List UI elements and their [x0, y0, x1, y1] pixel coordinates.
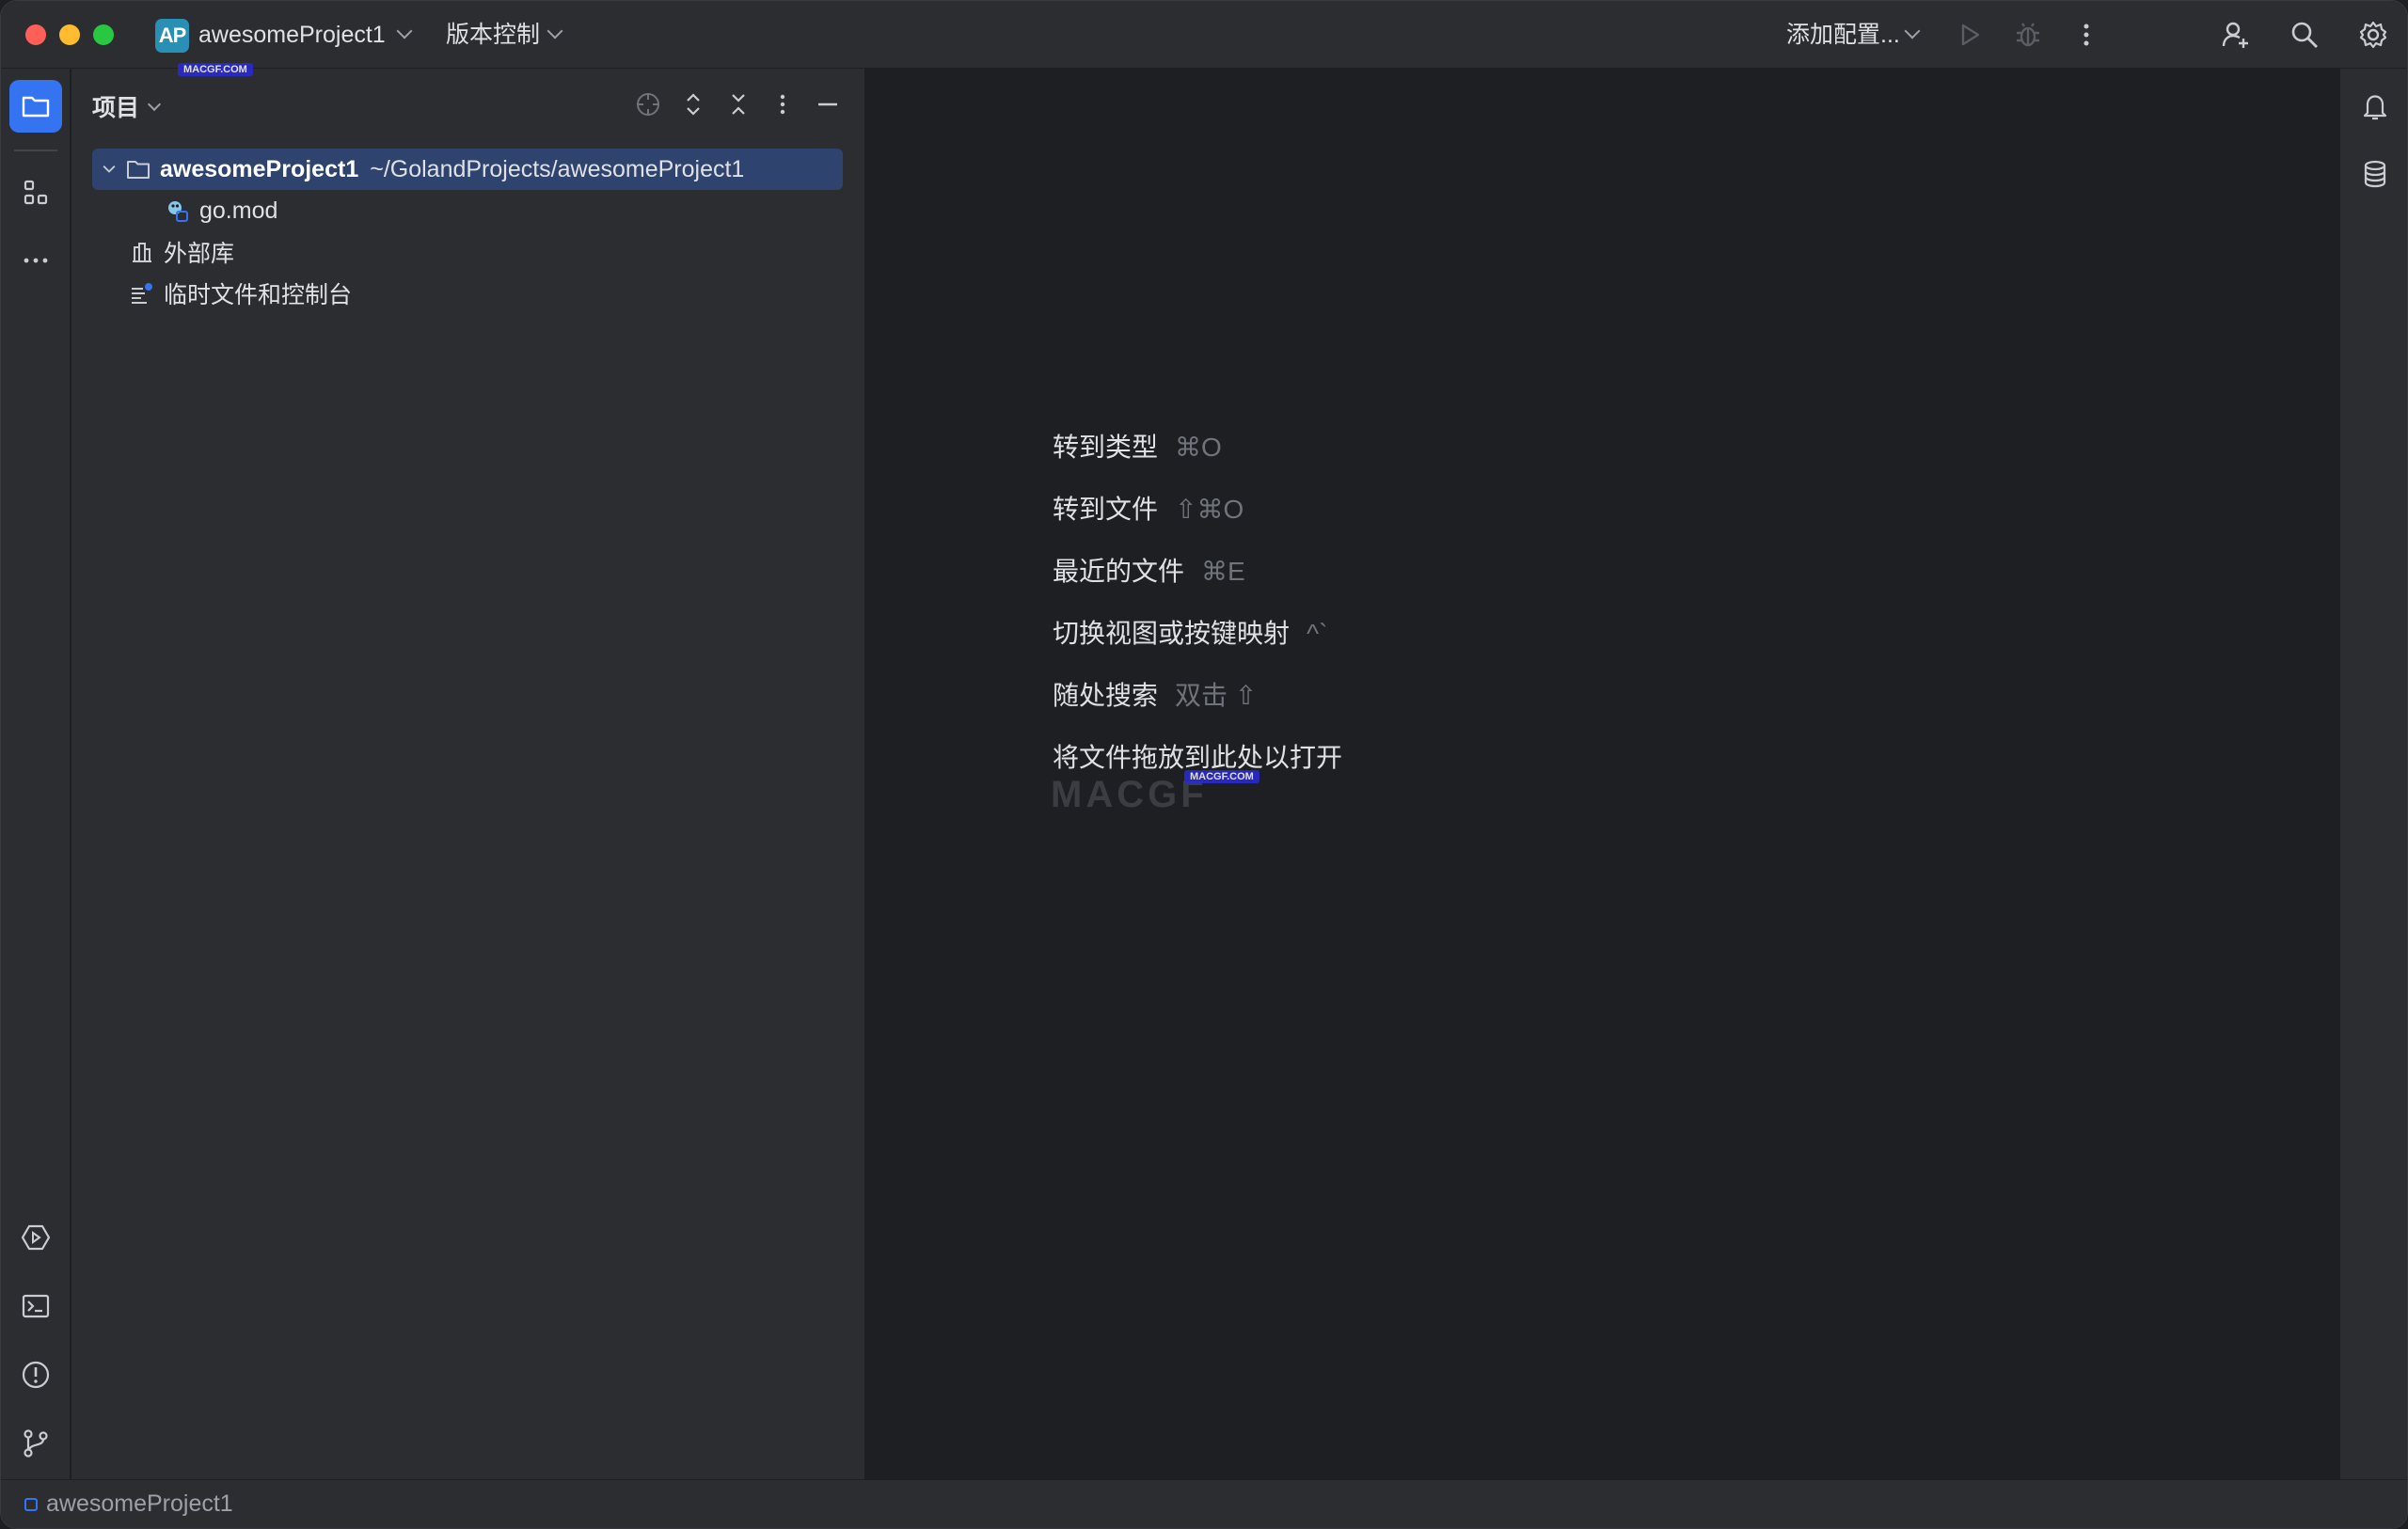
horizontal-dots-icon — [24, 258, 48, 263]
project-view-selector[interactable]: 项目 — [92, 89, 139, 123]
add-user-icon — [2222, 22, 2248, 48]
minimize-icon — [818, 102, 837, 106]
expand-all-button[interactable] — [676, 87, 710, 121]
watermark-badge: MACGF.COM — [178, 63, 253, 76]
tree-item-go-mod[interactable]: go.mod — [164, 190, 277, 231]
services-tool-button[interactable] — [9, 1211, 62, 1264]
terminal-tool-button[interactable] — [9, 1280, 62, 1332]
notifications-button[interactable] — [2349, 80, 2401, 133]
hint-label: 转到文件 — [1053, 495, 1159, 524]
select-opened-file-button[interactable] — [631, 87, 665, 121]
close-window-button[interactable] — [25, 24, 46, 45]
hint-recent-files: 最近的文件 ⌘E — [1053, 553, 1245, 591]
right-tool-window-bar — [2339, 69, 2407, 1479]
hint-label: 最近的文件 — [1053, 557, 1185, 586]
services-icon — [21, 1224, 51, 1251]
strip-divider — [14, 150, 57, 151]
crosshair-icon — [637, 93, 659, 116]
chevron-down-icon — [396, 23, 413, 39]
structure-icon — [24, 180, 48, 205]
library-icon — [128, 238, 156, 266]
git-branch-icon — [24, 1429, 48, 1458]
watermark-badge: MACGF.COM — [1184, 770, 1259, 783]
search-everywhere-button[interactable] — [2288, 18, 2321, 52]
more-actions-button[interactable] — [2069, 18, 2103, 52]
project-tool-button[interactable] — [9, 80, 62, 133]
hint-shortcut: ⇧⌘O — [1175, 495, 1244, 524]
editor-empty-area[interactable]: 转到类型 ⌘O 转到文件 ⇧⌘O 最近的文件 ⌘E 切换视图或按键映射 ^` 随处搜索双… — [866, 69, 2338, 1479]
problems-icon — [22, 1361, 50, 1389]
ide-window: AP awesomeProject1 版本控制 添加配置... 项目 aweso… — [0, 0, 2408, 1529]
hint-search-everywhere: 随处搜索 双击 ⇧ — [1053, 677, 1257, 715]
git-tool-button[interactable] — [9, 1417, 62, 1470]
tree-item-label: 临时文件和控制台 — [164, 282, 353, 308]
chevron-down-icon — [1904, 23, 1921, 39]
tree-item-label: awesomeProject1 — [160, 155, 359, 182]
vcs-label: 版本控制 — [446, 22, 541, 48]
more-tool-windows-button[interactable] — [9, 234, 62, 287]
tree-item-project-root[interactable]: awesomeProject1 ~/GolandProjects/awesome… — [92, 149, 843, 190]
scratch-icon — [128, 279, 156, 307]
vertical-dots-icon — [2083, 24, 2089, 46]
title-bar: AP awesomeProject1 版本控制 添加配置... — [1, 1, 2407, 69]
go-mod-icon — [164, 197, 192, 225]
hint-goto-class: 转到类型 ⌘O — [1053, 429, 1222, 466]
chevron-down-icon — [147, 97, 162, 112]
status-bar: awesomeProject1 — [1, 1479, 2407, 1528]
run-button[interactable] — [1953, 18, 1987, 52]
collapse-all-button[interactable] — [721, 87, 755, 121]
tree-item-label: go.mod — [199, 197, 278, 224]
hint-switch-view: 切换视图或按键映射 ^` — [1053, 615, 1327, 653]
expand-icon — [687, 93, 700, 116]
debug-button[interactable] — [2011, 18, 2045, 52]
database-icon — [2364, 160, 2386, 188]
terminal-icon — [22, 1294, 50, 1318]
hint-shortcut: 双击 ⇧ — [1175, 681, 1258, 710]
hint-label: 转到类型 — [1053, 433, 1159, 462]
panel-title: 项目 — [92, 95, 140, 121]
folder-icon — [124, 155, 152, 183]
hint-goto-file: 转到文件 ⇧⌘O — [1053, 491, 1244, 528]
bell-icon — [2363, 95, 2387, 120]
minimize-window-button[interactable] — [59, 24, 80, 45]
add-user-button[interactable] — [2219, 18, 2253, 52]
status-breadcrumb-project[interactable]: awesomeProject1 — [46, 1490, 233, 1518]
database-tool-button[interactable] — [2349, 148, 2401, 200]
left-tool-window-bar — [1, 69, 71, 1479]
search-icon — [2291, 22, 2318, 48]
problems-tool-button[interactable] — [9, 1348, 62, 1401]
collapse-icon — [732, 94, 745, 115]
bug-icon — [2017, 23, 2039, 47]
tree-item-scratches[interactable]: 临时文件和控制台 — [128, 273, 352, 314]
run-config-label: 添加配置... — [1786, 22, 1900, 48]
hint-label: 切换视图或按键映射 — [1053, 619, 1291, 648]
zoom-window-button[interactable] — [93, 24, 114, 45]
panel-options-button[interactable] — [766, 87, 800, 121]
chevron-down-icon — [547, 23, 563, 39]
project-name: awesomeProject1 — [198, 22, 386, 48]
vertical-dots-icon — [780, 94, 785, 115]
hint-shortcut: ⌘O — [1175, 433, 1222, 462]
hint-shortcut: ⌘E — [1201, 557, 1245, 586]
project-square-icon — [24, 1498, 38, 1511]
structure-tool-button[interactable] — [9, 166, 62, 219]
settings-button[interactable] — [2356, 18, 2390, 52]
project-badge: AP — [155, 19, 189, 53]
hint-label: 将文件拖放到此处以打开 — [1053, 743, 1343, 772]
gear-icon — [2359, 21, 2387, 49]
chevron-down-icon — [98, 155, 120, 183]
project-tool-window: 项目 awesomeProject1 ~/GolandProjects/awes… — [71, 69, 865, 1479]
hint-shortcut: ^` — [1307, 619, 1328, 648]
hint-label: 随处搜索 — [1053, 681, 1159, 710]
folder-icon — [22, 96, 50, 118]
play-icon — [1961, 24, 1980, 46]
tree-item-path: ~/GolandProjects/awesomeProject1 — [370, 155, 745, 182]
tree-item-label: 外部库 — [164, 241, 235, 267]
hide-panel-button[interactable] — [811, 87, 845, 121]
tree-item-external-libraries[interactable]: 外部库 — [128, 231, 234, 273]
